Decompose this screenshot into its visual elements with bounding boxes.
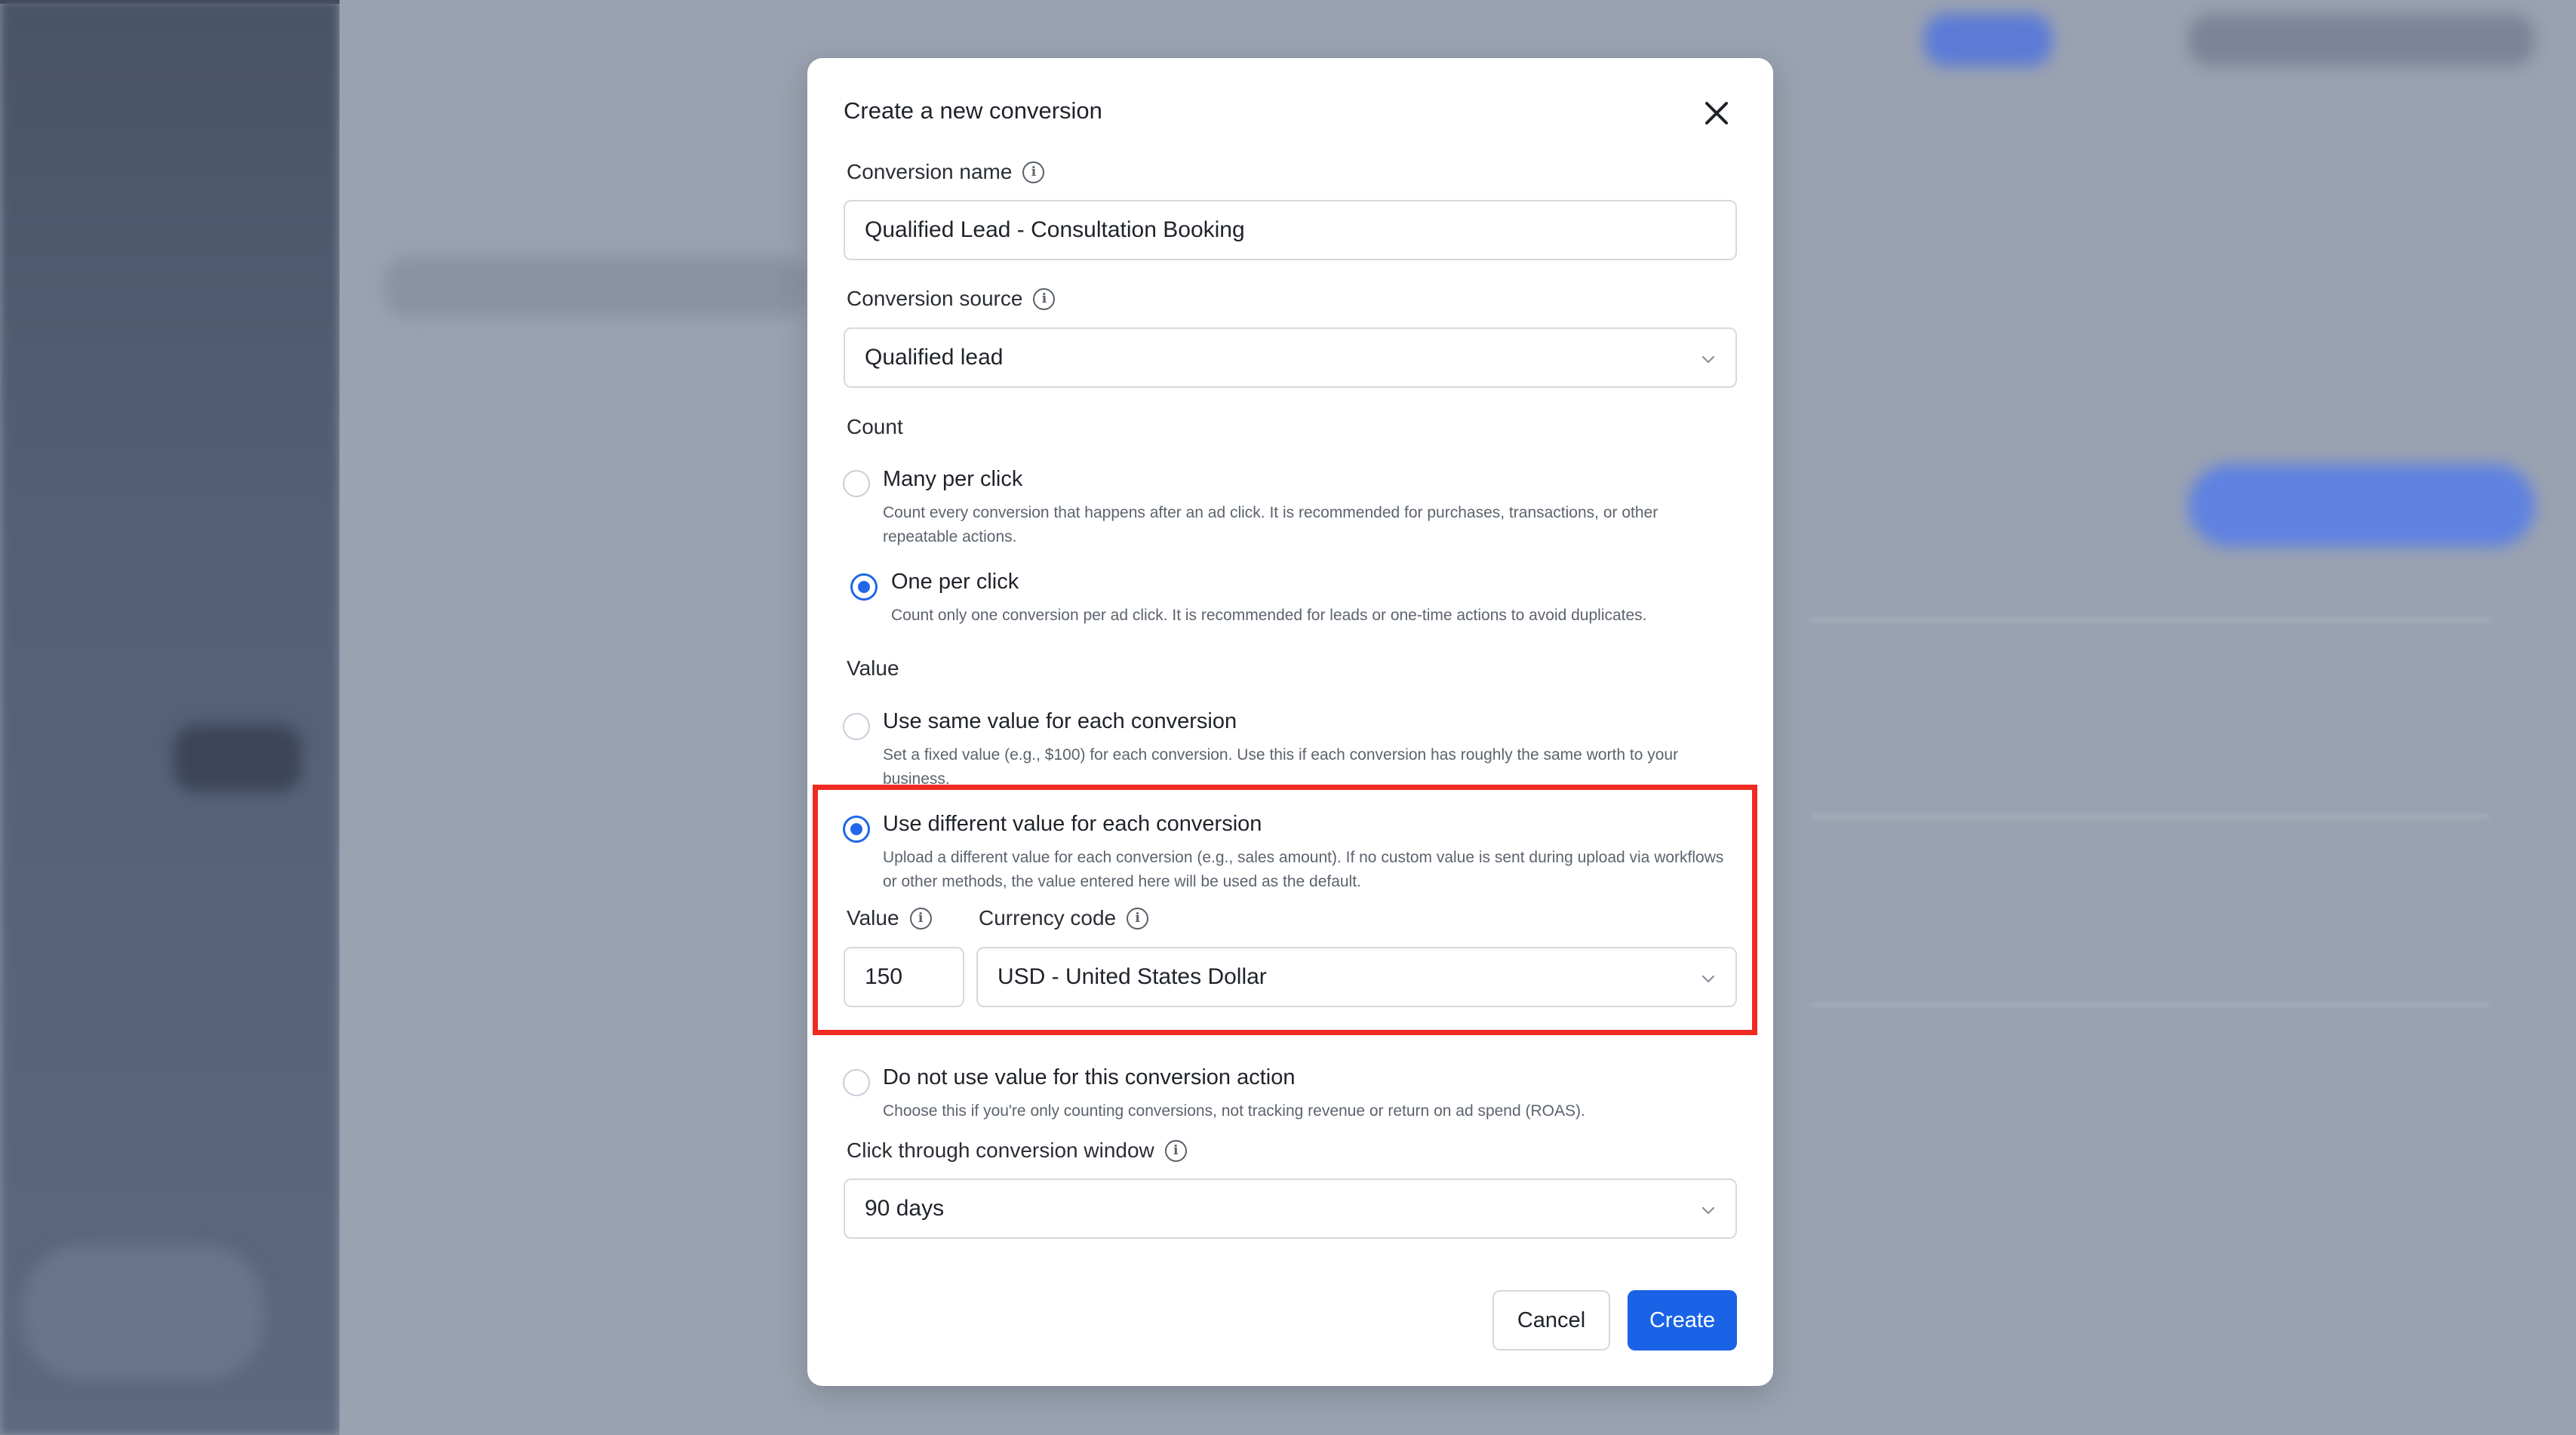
background-sidebar (0, 0, 340, 1435)
conversion-window-value: 90 days (865, 1196, 945, 1221)
info-icon[interactable]: i (1164, 1139, 1187, 1162)
conversion-source-value: Qualified lead (865, 345, 1004, 370)
option-description: Choose this if you're only counting conv… (883, 1102, 1585, 1120)
count-label: Count (847, 415, 903, 438)
background-sidebar-footer (23, 1245, 264, 1381)
conversion-source-select[interactable]: Qualified lead (844, 327, 1737, 388)
cancel-button[interactable]: Cancel (1492, 1290, 1610, 1350)
create-conversion-dialog: Create a new conversion Conversion name … (807, 58, 1773, 1386)
conversion-source-label: Conversion source i (847, 287, 1056, 311)
conversion-window-select[interactable]: 90 days (844, 1178, 1737, 1239)
close-button[interactable] (1698, 94, 1735, 132)
radio-different-value[interactable] (843, 816, 870, 843)
background-page-heading (385, 257, 807, 317)
conversion-name-label: Conversion name i (847, 160, 1045, 184)
value-section-label: Value (847, 656, 899, 680)
conversion-name-input[interactable]: Qualified Lead - Consultation Booking (844, 200, 1737, 260)
value-amount: 150 (865, 964, 903, 989)
info-icon[interactable]: i (909, 907, 932, 930)
radio-same-value[interactable] (843, 713, 870, 740)
background-divider (1811, 1003, 2490, 1006)
background-header-controls (2188, 14, 2535, 66)
info-icon[interactable]: i (1022, 161, 1045, 183)
value-amount-label: Value i (847, 906, 932, 930)
background-divider (1811, 815, 2490, 818)
value-amount-input[interactable]: 150 (844, 947, 964, 1007)
option-description: Count every conversion that happens afte… (883, 504, 1658, 545)
option-title: One per click (891, 570, 1019, 594)
close-icon (1705, 102, 1728, 124)
chevron-down-icon (1701, 355, 1715, 364)
option-description: Upload a different value for each conver… (883, 849, 1724, 890)
background-divider (1811, 619, 2490, 622)
conversion-name-value: Qualified Lead - Consultation Booking (865, 217, 1245, 242)
info-icon[interactable]: i (1127, 907, 1149, 930)
background-sidebar-active-item (174, 724, 302, 792)
currency-code-label: Currency code i (979, 906, 1149, 930)
conversion-window-label: Click through conversion window i (847, 1138, 1187, 1163)
chevron-down-icon (1701, 975, 1715, 983)
option-title: Use different value for each conversion (883, 812, 1262, 836)
dialog-title: Create a new conversion (844, 97, 1102, 124)
radio-one-per-click[interactable] (850, 573, 878, 601)
radio-many-per-click[interactable] (843, 470, 870, 497)
radio-no-value[interactable] (843, 1069, 870, 1096)
create-button[interactable]: Create (1628, 1290, 1737, 1350)
currency-code-value: USD - United States Dollar (998, 964, 1267, 989)
option-title: Use same value for each conversion (883, 709, 1237, 733)
option-title: Do not use value for this conversion act… (883, 1065, 1296, 1089)
currency-code-select[interactable]: USD - United States Dollar (976, 947, 1737, 1007)
info-icon[interactable]: i (1033, 287, 1056, 310)
option-title: Many per click (883, 467, 1023, 491)
option-description: Count only one conversion per ad click. … (891, 607, 1647, 624)
background-primary-button (2188, 464, 2535, 547)
option-description: Set a fixed value (e.g., $100) for each … (883, 746, 1679, 788)
background-button (1924, 14, 2052, 66)
chevron-down-icon (1701, 1206, 1715, 1215)
